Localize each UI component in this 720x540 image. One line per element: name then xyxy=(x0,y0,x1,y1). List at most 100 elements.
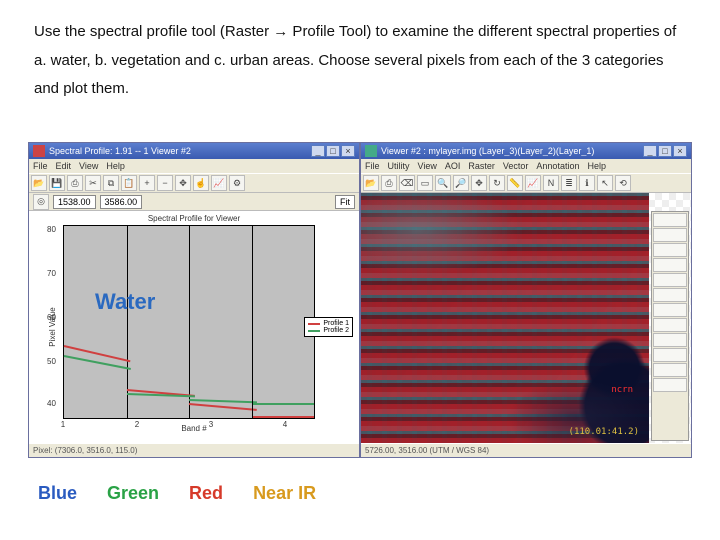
cut-icon[interactable]: ✂ xyxy=(85,175,101,191)
north-icon[interactable]: N xyxy=(543,175,559,191)
band-red: Red xyxy=(189,483,223,504)
open-icon[interactable]: 📂 xyxy=(363,175,379,191)
menu-utility[interactable]: Utility xyxy=(388,161,410,171)
profile-2-line xyxy=(252,403,315,405)
coord-y[interactable]: 3586.00 xyxy=(100,195,143,209)
pan-icon[interactable]: ✥ xyxy=(471,175,487,191)
image-viewport[interactable]: ncrn (110.01:41.2) xyxy=(361,193,691,443)
ytick: 60 xyxy=(47,313,56,322)
plot-area: Spectral Profile for Viewer Pixel Value … xyxy=(29,211,359,443)
zoom-out-icon[interactable]: 🔎 xyxy=(453,175,469,191)
menu-raster[interactable]: Raster xyxy=(468,161,495,171)
minimize-button[interactable]: _ xyxy=(311,145,325,157)
menu-file[interactable]: File xyxy=(33,161,48,171)
tool-props-icon[interactable] xyxy=(653,378,687,392)
water-annotation: Water xyxy=(95,289,155,315)
legend-label: Profile 2 xyxy=(323,327,349,334)
plot-grid xyxy=(63,225,315,419)
tool-rect-icon[interactable] xyxy=(653,228,687,242)
satellite-image[interactable] xyxy=(361,193,649,443)
menu-vector[interactable]: Vector xyxy=(503,161,529,171)
zoom-in-icon[interactable]: 🔍 xyxy=(435,175,451,191)
pixel-marker: ncrn xyxy=(611,385,633,395)
profile-1-line xyxy=(64,345,130,362)
menu-view[interactable]: View xyxy=(418,161,437,171)
maximize-button[interactable]: □ xyxy=(326,145,340,157)
tool-pointer-icon[interactable] xyxy=(653,213,687,227)
menu-file[interactable]: File xyxy=(365,161,380,171)
ytick: 40 xyxy=(47,399,56,408)
minimize-button[interactable]: _ xyxy=(643,145,657,157)
tool-seed-icon[interactable] xyxy=(653,318,687,332)
print-icon[interactable]: ⎙ xyxy=(381,175,397,191)
pick-icon[interactable]: ☝ xyxy=(193,175,209,191)
open-icon[interactable]: 📂 xyxy=(31,175,47,191)
reset-icon[interactable]: ⟲ xyxy=(615,175,631,191)
menu-annotation[interactable]: Annotation xyxy=(536,161,579,171)
coord-bar: ◎ 1538.00 3586.00 Fit xyxy=(29,193,359,211)
instructions-text: Use the spectral profile tool (Raster → … xyxy=(0,0,720,114)
roam-icon[interactable]: ↻ xyxy=(489,175,505,191)
layers-icon[interactable]: ≣ xyxy=(561,175,577,191)
right-toolbar: 📂 ⎙ ⌫ ▭ 🔍 🔎 ✥ ↻ 📏 📈 N ≣ ℹ ↖ ⟲ xyxy=(361,173,691,193)
xtick: 4 xyxy=(283,420,287,429)
legend-swatch xyxy=(308,330,320,332)
maximize-button[interactable]: □ xyxy=(658,145,672,157)
right-title: Viewer #2 : mylayer.img (Layer_3)(Layer_… xyxy=(381,146,643,156)
tool-grow-icon[interactable] xyxy=(653,303,687,317)
close-button[interactable]: × xyxy=(673,145,687,157)
overlay-coord: (110.01:41.2) xyxy=(569,427,639,437)
zoom-in-icon[interactable]: + xyxy=(139,175,155,191)
tool-point-icon[interactable] xyxy=(653,288,687,302)
tool-line-icon[interactable] xyxy=(653,273,687,287)
right-titlebar[interactable]: Viewer #2 : mylayer.img (Layer_3)(Layer_… xyxy=(361,143,691,159)
band-nearir: Near IR xyxy=(253,483,316,504)
save-icon[interactable]: 💾 xyxy=(49,175,65,191)
tool-ungroup-icon[interactable] xyxy=(653,363,687,377)
band-blue: Blue xyxy=(38,483,77,504)
select-icon[interactable]: ▭ xyxy=(417,175,433,191)
tool-poly-icon[interactable] xyxy=(653,243,687,257)
left-toolbar: 📂 💾 ⎙ ✂ ⧉ 📋 + − ✥ ☝ 📈 ⚙ xyxy=(29,173,359,193)
paste-icon[interactable]: 📋 xyxy=(121,175,137,191)
copy-icon[interactable]: ⧉ xyxy=(103,175,119,191)
chart-icon[interactable]: 📈 xyxy=(211,175,227,191)
aoi-tool-palette[interactable] xyxy=(651,211,689,441)
menu-help[interactable]: Help xyxy=(587,161,606,171)
tool-group-icon[interactable] xyxy=(653,348,687,362)
erase-icon[interactable]: ⌫ xyxy=(399,175,415,191)
left-titlebar[interactable]: Spectral Profile: 1.91 -- 1 Viewer #2 _ … xyxy=(29,143,359,159)
fit-mode[interactable]: Fit xyxy=(335,195,355,209)
menu-edit[interactable]: Edit xyxy=(56,161,72,171)
band-green: Green xyxy=(107,483,159,504)
measure-icon[interactable]: 📏 xyxy=(507,175,523,191)
right-statusbar: 5726.00, 3516.00 (UTM / WGS 84) xyxy=(361,443,691,457)
menu-view[interactable]: View xyxy=(79,161,98,171)
legend-row: Profile 1 xyxy=(308,320,349,327)
menu-help[interactable]: Help xyxy=(106,161,125,171)
info-icon[interactable]: ℹ xyxy=(579,175,595,191)
menu-aoi[interactable]: AOI xyxy=(445,161,461,171)
profile-icon[interactable]: 📈 xyxy=(525,175,541,191)
plot-title: Spectral Profile for Viewer xyxy=(29,214,359,223)
left-title: Spectral Profile: 1.91 -- 1 Viewer #2 xyxy=(49,146,311,156)
x-axis-label: Band # xyxy=(29,424,359,433)
print-icon[interactable]: ⎙ xyxy=(67,175,83,191)
pointer-icon[interactable]: ↖ xyxy=(597,175,613,191)
profile-2-line xyxy=(189,399,257,403)
windows-container: Spectral Profile: 1.91 -- 1 Viewer #2 _ … xyxy=(28,142,692,458)
settings-icon[interactable]: ⚙ xyxy=(229,175,245,191)
band-labels: Blue Green Red Near IR xyxy=(38,483,316,504)
close-button[interactable]: × xyxy=(341,145,355,157)
left-menubar: File Edit View Help xyxy=(29,159,359,173)
target-icon[interactable]: ◎ xyxy=(33,194,49,210)
tool-ellipse-icon[interactable] xyxy=(653,258,687,272)
pan-icon[interactable]: ✥ xyxy=(175,175,191,191)
profile-2-line xyxy=(64,355,131,370)
tool-cut-icon[interactable] xyxy=(653,333,687,347)
left-statusbar: Pixel: (7306.0, 3516.0, 115.0) xyxy=(29,443,359,457)
zoom-out-icon[interactable]: − xyxy=(157,175,173,191)
xtick: 2 xyxy=(135,420,139,429)
coord-x[interactable]: 1538.00 xyxy=(53,195,96,209)
plot-legend: Profile 1 Profile 2 xyxy=(304,317,353,337)
